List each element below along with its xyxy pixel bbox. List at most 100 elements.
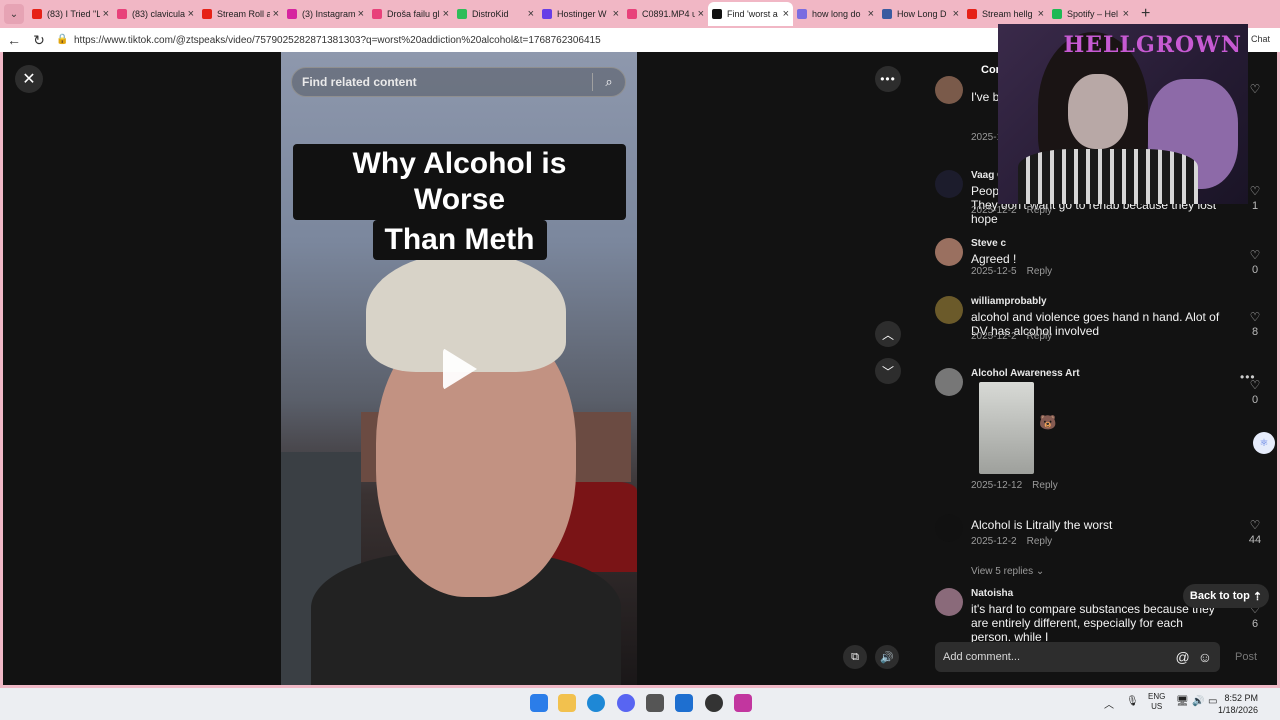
tab-close-icon[interactable]: × xyxy=(613,8,619,20)
like-control[interactable]: ♡ 44 xyxy=(1245,518,1265,546)
play-icon[interactable] xyxy=(443,348,477,390)
find-related-search[interactable]: Find related content ⌕ xyxy=(291,67,626,97)
obs-icon[interactable] xyxy=(705,694,723,712)
comment-username[interactable]: williamprobably xyxy=(971,296,1047,307)
like-control[interactable]: ♡ 1 xyxy=(1245,184,1265,212)
avatar[interactable] xyxy=(935,76,963,104)
avatar[interactable] xyxy=(935,514,963,542)
comment-meta: 2025-12-12 Reply xyxy=(971,480,1068,491)
post-button[interactable]: Post xyxy=(1235,651,1257,663)
tab-close-icon[interactable]: × xyxy=(953,8,959,20)
close-button[interactable]: ✕ xyxy=(15,65,43,93)
tab-close-icon[interactable]: × xyxy=(103,8,109,20)
browser-tab[interactable]: Droša failu gl × xyxy=(368,2,453,26)
tab-close-icon[interactable]: × xyxy=(358,8,364,20)
next-video-button[interactable]: ﹀ xyxy=(875,358,901,384)
comment-username[interactable]: Alcohol Awareness Art xyxy=(971,368,1080,379)
tab-favicon-icon xyxy=(797,9,807,19)
network-icon[interactable]: 🖥 xyxy=(1176,696,1189,707)
avatar[interactable] xyxy=(935,588,963,616)
show-hidden-icons-icon[interactable]: ︿ xyxy=(1104,696,1114,711)
new-tab-button[interactable]: + xyxy=(1141,5,1150,23)
back-to-top-button[interactable]: Back to top ⇡ xyxy=(1183,584,1269,608)
browser-tab[interactable]: Find 'worst a × xyxy=(708,2,793,26)
browser-tab[interactable]: (83) clavicula × xyxy=(113,2,198,26)
tab-title: how long do xyxy=(812,9,861,19)
browser-tab[interactable]: C0891.MP4 u × xyxy=(623,2,708,26)
tab-title: Hostinger W xyxy=(557,9,607,19)
browser-tab[interactable]: How Long D × xyxy=(878,2,963,26)
comment-username[interactable]: Steve c xyxy=(971,238,1006,249)
browser-tab[interactable]: Stream hellg × xyxy=(963,2,1048,26)
chat-button[interactable]: Chat xyxy=(1251,34,1270,44)
microphone-icon[interactable]: 🎙 xyxy=(1126,696,1139,707)
comment-text: it's hard to compare substances because … xyxy=(971,602,1215,644)
browser-tab[interactable]: Spotify – Hel × xyxy=(1048,2,1133,26)
webcam-logo-text: HELLGROWN xyxy=(1063,32,1242,58)
avatar[interactable] xyxy=(935,368,963,396)
tab-close-icon[interactable]: × xyxy=(528,8,534,20)
tab-close-icon[interactable]: × xyxy=(783,8,789,20)
calculator-icon[interactable] xyxy=(646,694,664,712)
like-control[interactable]: ♡ xyxy=(1245,82,1265,98)
browser-tab[interactable]: DistroKid × xyxy=(453,2,538,26)
reply-link[interactable]: Reply xyxy=(1027,205,1053,216)
heart-icon[interactable]: ♡ xyxy=(1245,518,1265,532)
refresh-icon[interactable]: ↻ xyxy=(28,32,50,49)
tab-favicon-icon xyxy=(1052,9,1062,19)
edge-browser-icon[interactable] xyxy=(587,694,605,712)
back-arrow-icon[interactable]: ← xyxy=(3,32,25,48)
heart-icon[interactable]: ♡ xyxy=(1245,310,1265,324)
language-indicator[interactable]: ENG US xyxy=(1148,692,1165,712)
browser-tab[interactable]: Hostinger W × xyxy=(538,2,623,26)
avatar[interactable] xyxy=(935,238,963,266)
photos-icon[interactable] xyxy=(675,694,693,712)
search-icon[interactable]: ⌕ xyxy=(593,74,625,90)
tab-close-icon[interactable]: × xyxy=(443,8,449,20)
browser-tab[interactable]: (3) Instagram × xyxy=(283,2,368,26)
heart-icon[interactable]: ♡ xyxy=(1245,82,1265,96)
tab-close-icon[interactable]: × xyxy=(698,8,704,20)
avatar[interactable] xyxy=(935,170,963,198)
add-comment-placeholder: Add comment... xyxy=(943,651,1021,663)
url-field[interactable]: 🔒 https://www.tiktok.com/@ztspeaks/video… xyxy=(56,30,991,50)
tab-close-icon[interactable]: × xyxy=(868,8,874,20)
heart-icon[interactable]: ♡ xyxy=(1245,248,1265,262)
avatar[interactable] xyxy=(935,296,963,324)
emoji-icon[interactable]: ☺ xyxy=(1198,649,1212,665)
tab-close-icon[interactable]: × xyxy=(188,8,194,20)
reply-link[interactable]: Reply xyxy=(1027,536,1053,547)
heart-icon[interactable]: ♡ xyxy=(1245,184,1265,198)
discord-icon[interactable] xyxy=(617,694,635,712)
file-explorer-icon[interactable] xyxy=(558,694,576,712)
tab-close-icon[interactable]: × xyxy=(1038,8,1044,20)
volume-button[interactable]: 🔊 xyxy=(875,645,899,669)
browser-tab[interactable]: (83) I Tried "L × xyxy=(28,2,113,26)
ai-assist-icon[interactable]: ⚛ xyxy=(1253,432,1275,454)
reply-link[interactable]: Reply xyxy=(1027,331,1053,342)
add-comment-input[interactable]: Add comment... @ ☺ xyxy=(935,642,1220,672)
system-clock[interactable]: 8:52 PM 1/18/2026 xyxy=(1218,692,1258,716)
comment-username[interactable]: Natoisha xyxy=(971,588,1013,599)
previous-video-button[interactable]: ︿ xyxy=(875,321,901,347)
more-options-button[interactable]: ••• xyxy=(875,66,901,92)
floating-player-button[interactable]: ⧉ xyxy=(843,645,867,669)
battery-icon[interactable]: ▭ xyxy=(1208,696,1217,707)
volume-icon[interactable]: 🔊 xyxy=(1192,696,1204,707)
tab-close-icon[interactable]: × xyxy=(273,8,279,20)
app-icon[interactable] xyxy=(734,694,752,712)
tab-close-icon[interactable]: × xyxy=(1123,8,1129,20)
comment-more-options-icon[interactable]: ••• xyxy=(1240,370,1256,384)
comment-sticker-image[interactable] xyxy=(979,382,1034,474)
like-control[interactable]: ♡ 0 xyxy=(1245,248,1265,276)
reply-link[interactable]: Reply xyxy=(1032,480,1058,491)
browser-tab[interactable]: how long do × xyxy=(793,2,878,26)
view-replies-link[interactable]: View 5 replies ⌄ xyxy=(971,566,1044,577)
mention-icon[interactable]: @ xyxy=(1175,649,1189,665)
tab-actions-menu[interactable]: ⌄ xyxy=(4,4,24,24)
like-count: 44 xyxy=(1248,534,1262,546)
start-menu-icon[interactable] xyxy=(530,694,548,712)
browser-tab[interactable]: Stream Roll a × xyxy=(198,2,283,26)
like-control[interactable]: ♡ 8 xyxy=(1245,310,1265,338)
reply-link[interactable]: Reply xyxy=(1027,266,1053,277)
